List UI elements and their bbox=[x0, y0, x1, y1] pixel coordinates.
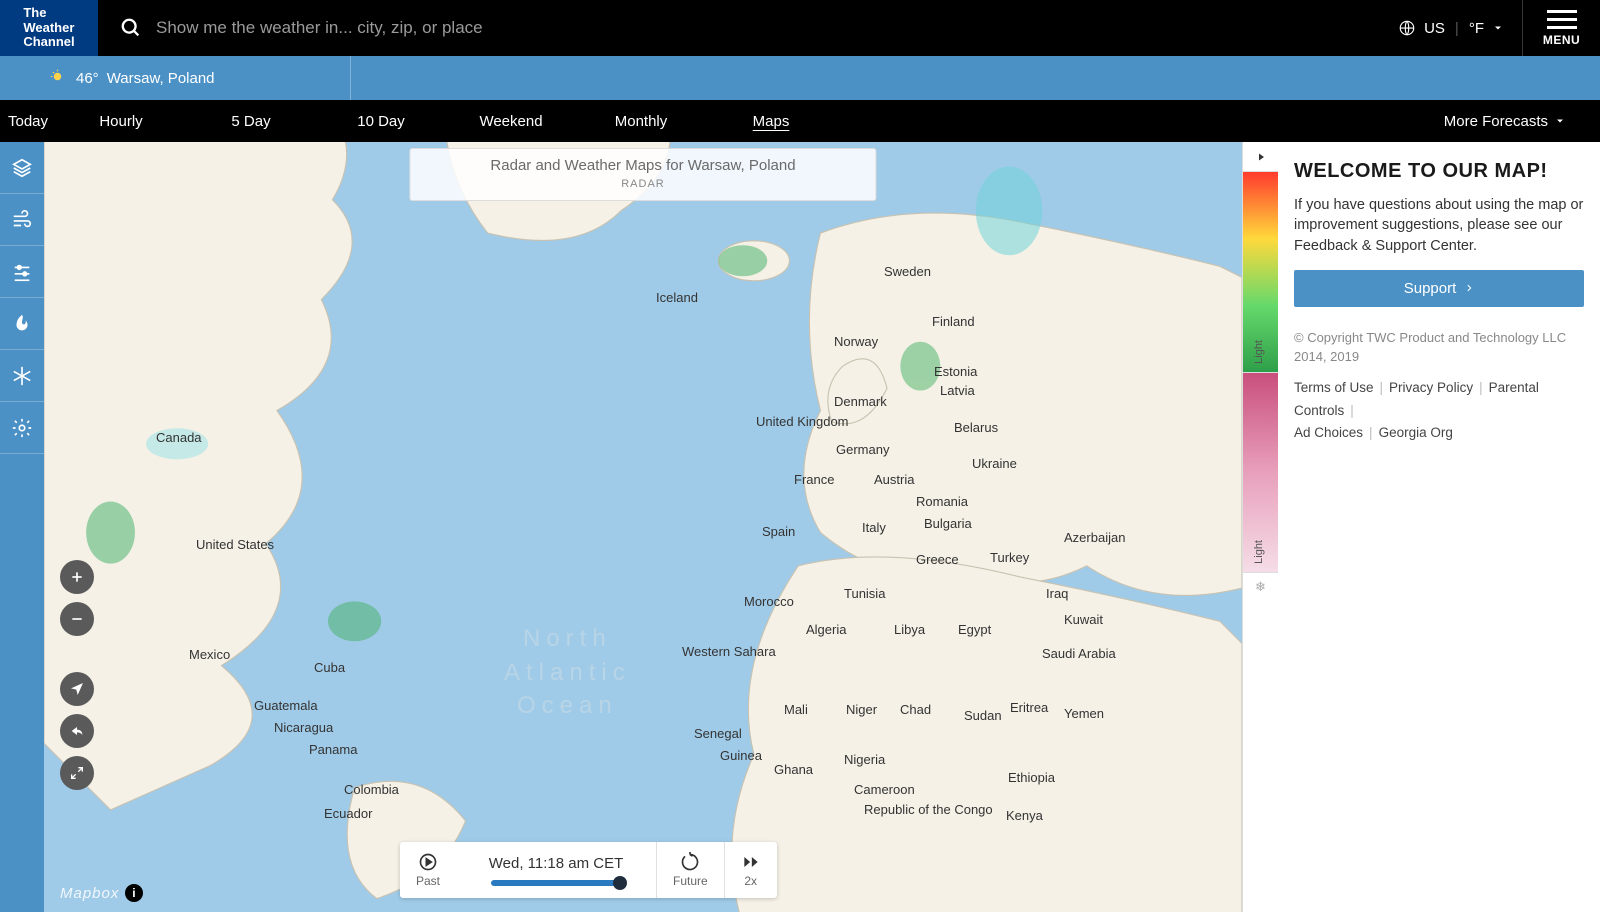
nav-item-weekend[interactable]: Weekend bbox=[446, 100, 576, 142]
partly-sunny-icon bbox=[50, 69, 68, 87]
layers-tool[interactable] bbox=[0, 142, 44, 194]
nav-item-5-day[interactable]: 5 Day bbox=[186, 100, 316, 142]
copyright-text: © Copyright TWC Product and Technology L… bbox=[1294, 329, 1584, 367]
footer-link[interactable]: Privacy Policy bbox=[1389, 380, 1473, 395]
zoom-out-button[interactable] bbox=[60, 602, 94, 636]
nav-item-hourly[interactable]: Hourly bbox=[56, 100, 186, 142]
timeline-player: Past Wed, 11:18 am CET Future 2x bbox=[400, 842, 777, 898]
menu-button[interactable]: MENU bbox=[1522, 0, 1600, 56]
locale-region: US bbox=[1424, 20, 1445, 37]
support-button[interactable]: Support bbox=[1294, 270, 1584, 307]
locale-selector[interactable]: US | °F bbox=[1380, 19, 1522, 37]
locate-button[interactable] bbox=[60, 672, 94, 706]
location-name: Warsaw, Poland bbox=[107, 70, 215, 87]
legend-strip: Light Light ❄ bbox=[1242, 142, 1278, 912]
panel-title: WELCOME TO OUR MAP! bbox=[1294, 160, 1584, 183]
nav-item-maps[interactable]: Maps bbox=[706, 100, 836, 142]
nav-item-today[interactable]: Today bbox=[0, 100, 56, 142]
more-forecasts-dropdown[interactable]: More Forecasts bbox=[1444, 113, 1566, 130]
legend-mix-gradient: Light bbox=[1243, 372, 1278, 572]
share-button[interactable] bbox=[60, 714, 94, 748]
map-canvas[interactable]: North Atlantic Ocean CanadaUnited States… bbox=[44, 142, 1242, 912]
legend-rain-gradient: Light bbox=[1243, 172, 1278, 372]
logo[interactable]: The Weather Channel bbox=[0, 0, 98, 56]
map-side-tools bbox=[0, 142, 44, 912]
footer-link[interactable]: Terms of Use bbox=[1294, 380, 1374, 395]
settings-tool[interactable] bbox=[0, 246, 44, 298]
globe-icon bbox=[1398, 19, 1416, 37]
footer-link[interactable]: Ad Choices bbox=[1294, 425, 1363, 440]
chevron-down-icon bbox=[1554, 115, 1566, 127]
footer-link[interactable]: Georgia Org bbox=[1379, 425, 1453, 440]
current-location[interactable]: 46° Warsaw, Poland bbox=[50, 69, 215, 87]
storms-tool[interactable] bbox=[0, 298, 44, 350]
locale-unit: °F bbox=[1469, 20, 1484, 37]
play-future-button[interactable]: Future bbox=[673, 852, 708, 888]
gear-tool[interactable] bbox=[0, 402, 44, 454]
hamburger-icon bbox=[1547, 10, 1577, 29]
legend-collapse-button[interactable] bbox=[1243, 142, 1278, 172]
nav-item-10-day[interactable]: 10 Day bbox=[316, 100, 446, 142]
snow-tool[interactable] bbox=[0, 350, 44, 402]
fullscreen-button[interactable] bbox=[60, 756, 94, 790]
location-bar: 46° Warsaw, Poland bbox=[0, 56, 1600, 100]
forecast-nav: TodayHourly5 Day10 DayWeekendMonthlyMaps… bbox=[0, 100, 1600, 142]
chevron-right-icon bbox=[1464, 283, 1474, 293]
zoom-in-button[interactable] bbox=[60, 560, 94, 594]
nav-item-monthly[interactable]: Monthly bbox=[576, 100, 706, 142]
search-icon[interactable] bbox=[120, 17, 142, 39]
speed-button[interactable]: 2x bbox=[741, 852, 761, 888]
chevron-down-icon bbox=[1492, 22, 1504, 34]
ocean-label: North Atlantic Ocean bbox=[504, 622, 631, 723]
timeline-current-time: Wed, 11:18 am CET bbox=[489, 855, 624, 872]
search-input[interactable] bbox=[156, 18, 1380, 38]
footer-links: Terms of Use|Privacy Policy|Parental Con… bbox=[1294, 377, 1584, 446]
legend-snow-section: ❄ bbox=[1243, 572, 1278, 912]
location-temp: 46° bbox=[76, 70, 99, 87]
wind-tool[interactable] bbox=[0, 194, 44, 246]
map-attribution: Mapbox i bbox=[60, 884, 143, 902]
panel-text: If you have questions about using the ma… bbox=[1294, 195, 1584, 256]
map-title-card: Radar and Weather Maps for Warsaw, Polan… bbox=[409, 148, 876, 201]
play-past-button[interactable]: Past bbox=[416, 852, 440, 888]
timeline-slider[interactable] bbox=[491, 880, 621, 886]
welcome-panel: WELCOME TO OUR MAP! If you have question… bbox=[1278, 142, 1600, 912]
info-icon[interactable]: i bbox=[125, 884, 143, 902]
